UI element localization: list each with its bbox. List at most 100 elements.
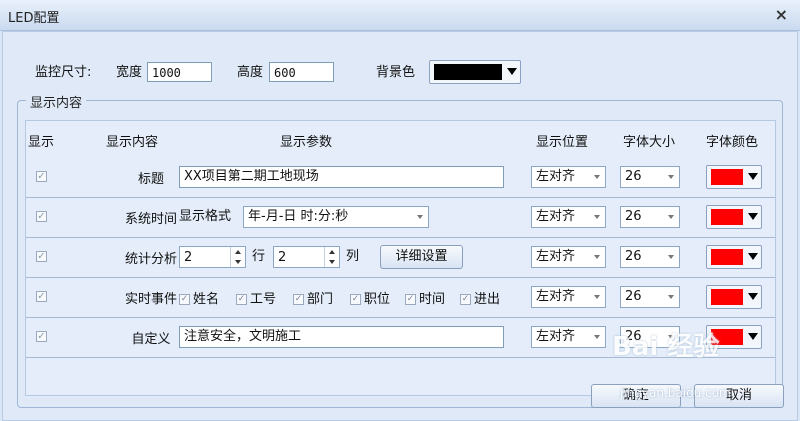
checkbox-icon[interactable]: ✓: [350, 294, 361, 305]
show-checkbox-custom[interactable]: ✓: [36, 331, 47, 342]
width-label: 宽度: [116, 65, 143, 80]
row-statistics: ✓ 统计分析 2 行 2 列 详细设置 左对齐 26: [26, 237, 775, 278]
checkbox-icon[interactable]: ✓: [236, 294, 247, 305]
header-position: 显示位置: [536, 135, 589, 150]
detail-settings-button[interactable]: 详细设置: [380, 245, 463, 269]
chevron-down-icon: [668, 175, 674, 179]
height-label: 高度: [237, 65, 264, 80]
size-value: 26: [625, 169, 642, 184]
font-color-picker[interactable]: [706, 165, 762, 189]
checkbox-icon[interactable]: ✓: [179, 294, 190, 305]
chevron-down-icon: [594, 175, 600, 179]
arrow-up-icon[interactable]: [329, 250, 335, 254]
header-content: 显示内容: [106, 135, 159, 150]
chevron-down-icon: [748, 213, 758, 220]
title-text-input[interactable]: XX项目第二期工地现场: [179, 166, 504, 188]
size-value: 26: [625, 249, 642, 264]
event-option-time[interactable]: ✓ 时间: [405, 288, 445, 307]
position-select[interactable]: 左对齐: [531, 286, 606, 308]
event-option-label: 姓名: [193, 292, 220, 307]
arrow-down-icon[interactable]: [329, 260, 335, 264]
header-show: 显示: [28, 135, 55, 150]
chevron-down-icon: [507, 68, 517, 75]
event-option-position[interactable]: ✓ 职位: [350, 288, 390, 307]
event-option-inout[interactable]: ✓ 进出: [460, 288, 500, 307]
height-input[interactable]: 600: [269, 62, 334, 82]
width-input[interactable]: 1000: [147, 62, 212, 82]
monitor-size-label: 监控尺寸:: [35, 65, 92, 80]
baidu-watermark: Bai 经验: [612, 332, 720, 362]
position-value: 左对齐: [536, 249, 576, 264]
show-checkbox-title[interactable]: ✓: [36, 171, 47, 182]
show-checkbox-time[interactable]: ✓: [36, 211, 47, 222]
cols-label: 列: [346, 249, 360, 264]
position-value: 左对齐: [536, 289, 576, 304]
event-option-dept[interactable]: ✓ 部门: [293, 288, 333, 307]
size-select[interactable]: 26: [620, 246, 680, 268]
header-size: 字体大小: [623, 135, 676, 150]
chevron-down-icon: [594, 255, 600, 259]
rows-value: 2: [184, 250, 193, 265]
stepper-buttons[interactable]: [230, 247, 245, 267]
font-color-picker[interactable]: [706, 205, 762, 229]
event-option-label: 时间: [419, 292, 446, 307]
bg-color-label: 背景色: [376, 65, 416, 80]
event-option-label: 部门: [307, 292, 334, 307]
format-label: 显示格式: [179, 209, 232, 224]
show-checkbox-events[interactable]: ✓: [36, 291, 47, 302]
size-select[interactable]: 26: [620, 286, 680, 308]
cols-value: 2: [278, 250, 287, 265]
size-value: 26: [625, 289, 642, 304]
watermark-url: jingyan.baidu.com: [620, 386, 731, 400]
row-realtime-events: ✓ 实时事件 ✓ 姓名 ✓ 工号 ✓ 部门 ✓ 职位 ✓ 时间 ✓ 进出 左对齐 26: [26, 277, 775, 318]
row-system-time: ✓ 系统时间 显示格式 年-月-日 时:分:秒 左对齐 26: [26, 197, 775, 238]
font-color-picker[interactable]: [706, 245, 762, 269]
title-bar: LED配置 ×: [0, 0, 800, 31]
chevron-down-icon: [748, 333, 758, 340]
checkbox-icon[interactable]: ✓: [293, 294, 304, 305]
position-value: 左对齐: [536, 329, 576, 344]
font-color-swatch: [711, 209, 743, 225]
chevron-down-icon: [594, 295, 600, 299]
chevron-down-icon: [668, 255, 674, 259]
position-select[interactable]: 左对齐: [531, 206, 606, 228]
position-select[interactable]: 左对齐: [531, 166, 606, 188]
chevron-down-icon: [417, 215, 423, 219]
font-color-picker[interactable]: [706, 285, 762, 309]
checkbox-icon[interactable]: ✓: [460, 294, 471, 305]
event-option-id[interactable]: ✓ 工号: [236, 288, 276, 307]
event-option-label: 进出: [474, 292, 501, 307]
chevron-down-icon: [748, 293, 758, 300]
time-format-select[interactable]: 年-月-日 时:分:秒: [243, 206, 429, 228]
chevron-down-icon: [594, 335, 600, 339]
chevron-down-icon: [668, 295, 674, 299]
event-option-name[interactable]: ✓ 姓名: [179, 288, 219, 307]
size-select[interactable]: 26: [620, 166, 680, 188]
rows-label: 行: [252, 249, 266, 264]
size-select[interactable]: 26: [620, 206, 680, 228]
rows-stepper[interactable]: 2: [179, 246, 246, 268]
header-color: 字体颜色: [706, 135, 759, 150]
checkbox-icon[interactable]: ✓: [405, 294, 416, 305]
bg-color-swatch: [434, 64, 502, 80]
window-title: LED配置: [8, 11, 60, 26]
bg-color-picker[interactable]: [429, 60, 521, 84]
stepper-buttons[interactable]: [324, 247, 339, 267]
cols-stepper[interactable]: 2: [273, 246, 340, 268]
font-color-swatch: [711, 169, 743, 185]
chevron-down-icon: [594, 215, 600, 219]
group-title: 显示内容: [26, 92, 87, 111]
arrow-down-icon[interactable]: [235, 260, 241, 264]
arrow-up-icon[interactable]: [235, 250, 241, 254]
position-select[interactable]: 左对齐: [531, 326, 606, 348]
close-icon[interactable]: ×: [775, 5, 788, 24]
chevron-down-icon: [748, 173, 758, 180]
event-option-label: 职位: [364, 292, 391, 307]
show-checkbox-stats[interactable]: ✓: [36, 251, 47, 262]
chevron-down-icon: [668, 215, 674, 219]
position-value: 左对齐: [536, 169, 576, 184]
row-title: ✓ 标题 XX项目第二期工地现场 左对齐 26: [26, 157, 775, 198]
custom-text-input[interactable]: 注意安全，文明施工: [179, 326, 504, 348]
position-select[interactable]: 左对齐: [531, 246, 606, 268]
position-value: 左对齐: [536, 209, 576, 224]
